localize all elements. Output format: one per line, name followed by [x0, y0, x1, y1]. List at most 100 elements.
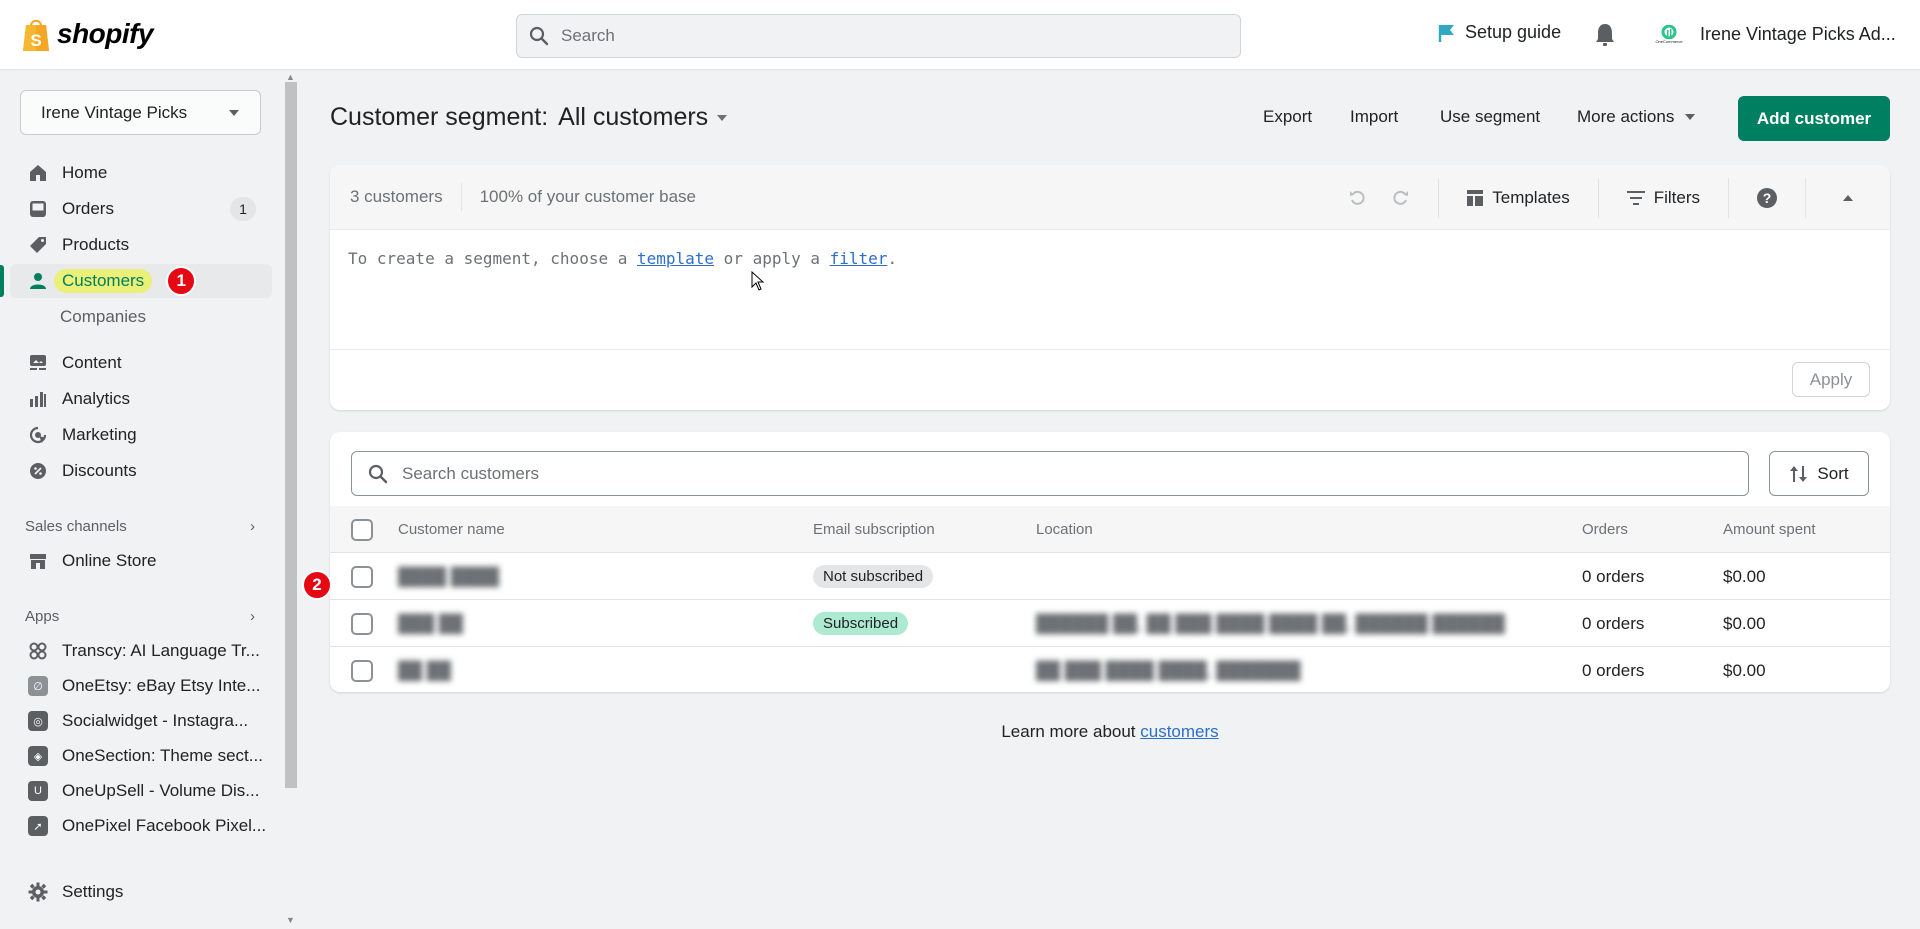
customer-base-percent: 100% of your customer base [479, 187, 696, 206]
sidebar-item-label: OneSection: Theme sect... [62, 746, 263, 765]
page-title: Customer segment: All customers [330, 103, 728, 132]
setup-guide-button[interactable]: Setup guide [1437, 22, 1561, 43]
customer-search[interactable] [351, 451, 1749, 496]
sidebar-item-companies[interactable]: Companies [0, 300, 272, 334]
customer-name[interactable]: ████ ████ [398, 553, 499, 600]
sidebar-item-label: OneUpSell - Volume Dis... [62, 781, 260, 800]
sidebar-item-discounts[interactable]: Discounts [0, 454, 272, 488]
flag-icon [1438, 24, 1454, 42]
sidebar-item-marketing[interactable]: Marketing [0, 418, 272, 452]
sort-button[interactable]: Sort [1769, 451, 1869, 496]
undo-icon[interactable] [1348, 188, 1368, 208]
export-button[interactable]: Export [1263, 107, 1312, 127]
global-search[interactable] [516, 14, 1241, 58]
filter-link[interactable]: filter [830, 249, 888, 268]
table-row[interactable]: ███ ██ Subscribed ██████ ██, ██ ███ ████… [330, 600, 1890, 647]
step-badge-1: 1 [166, 266, 197, 296]
export-label: Export [1263, 107, 1313, 126]
filters-button[interactable]: Filters [1597, 177, 1728, 218]
customer-name[interactable]: ███ ██ [398, 600, 463, 647]
column-header-email-subscription[interactable]: Email subscription [813, 506, 935, 553]
sidebar-app-transcy[interactable]: Transcy: AI Language Tr... [0, 634, 272, 668]
add-customer-button[interactable]: Add customer [1738, 96, 1890, 141]
sidebar-item-products[interactable]: Products [0, 228, 272, 262]
sidebar-item-label: Home [62, 163, 108, 182]
customer-orders: 0 orders [1582, 566, 1645, 586]
segment-name: All customers [558, 103, 709, 131]
template-link[interactable]: template [637, 249, 714, 268]
customer-orders: 0 orders [1582, 660, 1645, 680]
store-account-menu[interactable]: OneCommerce Irene Vintage Picks Ad... [1650, 16, 1895, 52]
sidebar-item-label: Content [62, 353, 122, 372]
scroll-up-arrow-icon[interactable]: ▲ [286, 72, 295, 82]
select-all-checkbox[interactable] [351, 518, 373, 541]
apps-header[interactable]: Apps › [25, 608, 255, 625]
onesection-app-icon: ◈ [28, 746, 48, 766]
sidebar-item-content[interactable]: Content [0, 346, 272, 380]
sidebar-item-home[interactable]: Home [0, 156, 272, 190]
sidebar-item-settings[interactable]: Settings [0, 875, 272, 909]
redo-icon[interactable] [1390, 188, 1410, 208]
sidebar-item-label: Discounts [62, 461, 137, 480]
shopify-logo[interactable]: S shopify [20, 16, 154, 52]
table-row[interactable]: ████ ████ Not subscribed 0 orders $0.00 [330, 553, 1890, 600]
customers-help-link[interactable]: customers [1140, 722, 1218, 741]
sidebar-app-onesection[interactable]: ◈ OneSection: Theme sect... [0, 739, 272, 773]
bar-chart-icon [28, 389, 48, 409]
store-selector-label: Irene Vintage Picks [41, 102, 188, 122]
sidebar-app-oneupsell[interactable]: U OneUpSell - Volume Dis... [0, 774, 272, 808]
svg-text:S: S [30, 31, 41, 50]
sidebar-scrollbar[interactable]: ▲ ▼ [282, 70, 298, 929]
use-segment-button[interactable]: Use segment [1440, 107, 1540, 127]
caret-down-icon [1685, 114, 1696, 120]
caret-up-icon [1843, 194, 1853, 201]
store-icon [28, 551, 48, 571]
content-icon [28, 353, 48, 373]
learn-more: Learn more about customers [0, 722, 1920, 742]
column-header-location[interactable]: Location [1036, 506, 1093, 553]
column-header-customer-name[interactable]: Customer name [398, 506, 505, 553]
sidebar-item-label: Customers [54, 269, 153, 293]
more-actions-button[interactable]: More actions [1577, 107, 1696, 127]
sidebar-item-analytics[interactable]: Analytics [0, 382, 272, 416]
oneetsy-app-icon: ∅ [28, 676, 48, 696]
global-search-input[interactable] [561, 26, 1161, 46]
customer-search-input[interactable] [402, 463, 1702, 484]
row-checkbox[interactable] [351, 565, 373, 588]
import-button[interactable]: Import [1350, 107, 1398, 127]
sidebar-item-online-store[interactable]: Online Store [0, 544, 272, 578]
more-actions-label: More actions [1577, 107, 1675, 126]
editor-text: To create a segment, choose a [348, 249, 637, 268]
subscription-badge: Not subscribed [813, 565, 934, 588]
help-button[interactable]: ? [1728, 177, 1805, 218]
customer-location: ██████ ██, ██ ███ ████ ████ ██, ██████ █… [1036, 613, 1505, 633]
apply-button[interactable]: Apply [1792, 362, 1870, 397]
column-header-orders[interactable]: Orders [1582, 506, 1628, 553]
customer-amount-spent: $0.00 [1723, 566, 1766, 586]
sidebar-item-customers[interactable]: Customers 1 [10, 264, 272, 298]
notifications-button[interactable] [1594, 22, 1616, 51]
sidebar-app-oneetsy[interactable]: ∅ OneEtsy: eBay Etsy Inte... [0, 669, 272, 703]
store-selector[interactable]: Irene Vintage Picks [20, 90, 261, 135]
row-checkbox[interactable] [351, 659, 373, 682]
templates-button[interactable]: Templates [1438, 177, 1597, 218]
editor-text: . [887, 249, 898, 268]
use-segment-label: Use segment [1440, 107, 1541, 126]
collapse-button[interactable] [1805, 177, 1890, 218]
target-icon [28, 425, 48, 445]
subscription-badge: Subscribed [813, 612, 909, 635]
scrollbar-thumb[interactable] [285, 82, 297, 788]
sidebar-item-orders[interactable]: Orders 1 [0, 192, 272, 226]
column-header-amount-spent[interactable]: Amount spent [1723, 506, 1816, 553]
segment-selector[interactable]: All customers [558, 103, 728, 132]
sidebar-app-onepixel[interactable]: ➚ OnePixel Facebook Pixel... [0, 809, 272, 843]
row-checkbox[interactable] [351, 612, 373, 635]
customer-name[interactable]: ██ ██ [398, 647, 451, 694]
segment-query-editor[interactable]: To create a segment, choose a template o… [348, 249, 897, 268]
scroll-down-arrow-icon[interactable]: ▼ [286, 915, 295, 925]
sales-channels-header[interactable]: Sales channels › [25, 518, 255, 535]
table-row[interactable]: ██ ██ ██ ███ ████ ████, ███████ 0 orders… [330, 647, 1890, 694]
svg-text:?: ? [1763, 190, 1772, 206]
table-header: Customer name Email subscription Locatio… [330, 506, 1890, 553]
sidebar-item-label: Settings [62, 882, 124, 901]
